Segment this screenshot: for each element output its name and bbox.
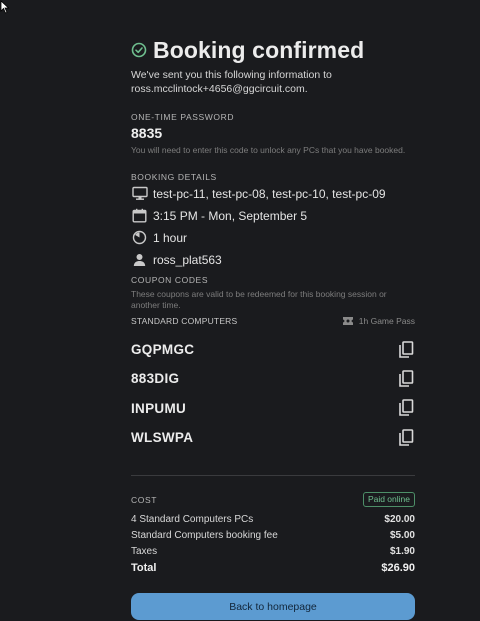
total-label: Total [131, 562, 157, 575]
divider [131, 475, 415, 477]
game-pass-text: 1h Game Pass [358, 316, 415, 326]
email-address: ross.mcclintock+4656@ggcircuit.com. [131, 82, 308, 95]
ticket-icon [342, 317, 353, 325]
cost-line-amount: $20.00 [384, 513, 415, 525]
booking-username: ross_plat563 [153, 252, 222, 267]
copy-icon[interactable] [398, 399, 414, 417]
coupon-item: GQPMGC [131, 335, 415, 364]
monitor-icon [131, 186, 148, 201]
cost-total: Total $26.90 [131, 560, 415, 576]
cost-line-amount: $1.90 [389, 545, 415, 557]
coupon-item: 883DIG [131, 364, 415, 393]
otp-hint: You will need to enter this code to unlo… [131, 145, 406, 155]
cost-line: Taxes $1.90 [131, 543, 415, 559]
coupon-codes-label: COUPON CODES [131, 275, 209, 285]
coupon-item: INPUMU [131, 394, 415, 423]
cost-line-label: Taxes [131, 545, 158, 557]
copy-icon[interactable] [398, 428, 414, 447]
check-circle-icon [131, 42, 147, 58]
coupon-code: INPUMU [131, 400, 187, 416]
clock-icon [131, 230, 148, 245]
detail-pcs: test-pc-11, test-pc-08, test-pc-10, test… [131, 183, 415, 204]
otp-label: ONE-TIME PASSWORD [131, 112, 235, 122]
intro-line: We've sent you this following informatio… [131, 69, 332, 81]
copy-icon[interactable] [398, 370, 414, 388]
cost-label: COST [131, 494, 158, 505]
back-to-homepage-button[interactable]: Back to homepage [131, 593, 415, 620]
booking-details-label: BOOKING DETAILS [131, 172, 217, 182]
detail-duration: 1 hour [131, 227, 415, 248]
intro-text: We've sent you this following informatio… [131, 69, 415, 96]
coupon-item: WLSWPA [131, 423, 415, 452]
game-pass-label: 1h Game Pass [342, 316, 415, 326]
cost-line-label: Standard Computers booking fee [131, 529, 278, 541]
coupon-code: 883DIG [131, 371, 180, 387]
coupon-list: GQPMGC 883DIG INPUMU WLSWPA [131, 335, 415, 452]
cost-line: 4 Standard Computers PCs $20.00 [131, 511, 415, 527]
booking-duration: 1 hour [153, 230, 188, 245]
page-title: Booking confirmed [153, 36, 365, 63]
paid-online-badge: Paid online [362, 492, 415, 508]
title-row: Booking confirmed [131, 36, 415, 64]
cost-line-amount: $5.00 [389, 529, 415, 541]
detail-datetime: 3:15 PM - Mon, September 5 [131, 205, 415, 226]
coupon-code: WLSWPA [131, 430, 194, 446]
mouse-cursor-icon [0, 0, 10, 14]
cost-line: Standard Computers booking fee $5.00 [131, 527, 415, 543]
cost-lines: 4 Standard Computers PCs $20.00 Standard… [131, 511, 415, 576]
calendar-icon [131, 208, 148, 223]
otp-code: 8835 [131, 125, 163, 141]
total-amount: $26.90 [381, 562, 415, 575]
coupon-category-row: STANDARD COMPUTERS 1h Game Pass [131, 316, 415, 326]
coupon-code: GQPMGC [131, 342, 195, 358]
cost-header: COST Paid online [131, 492, 415, 508]
cost-line-label: 4 Standard Computers PCs [131, 513, 254, 525]
copy-icon[interactable] [398, 340, 414, 359]
user-icon [131, 252, 148, 267]
coupon-category: STANDARD COMPUTERS [131, 316, 238, 326]
booking-datetime: 3:15 PM - Mon, September 5 [153, 208, 308, 223]
booked-pcs: test-pc-11, test-pc-08, test-pc-10, test… [153, 186, 386, 201]
coupon-hint: These coupons are valid to be redeemed f… [131, 289, 387, 310]
booking-confirmation-panel: Booking confirmed We've sent you this fo… [131, 36, 415, 576]
detail-user: ross_plat563 [131, 249, 415, 270]
